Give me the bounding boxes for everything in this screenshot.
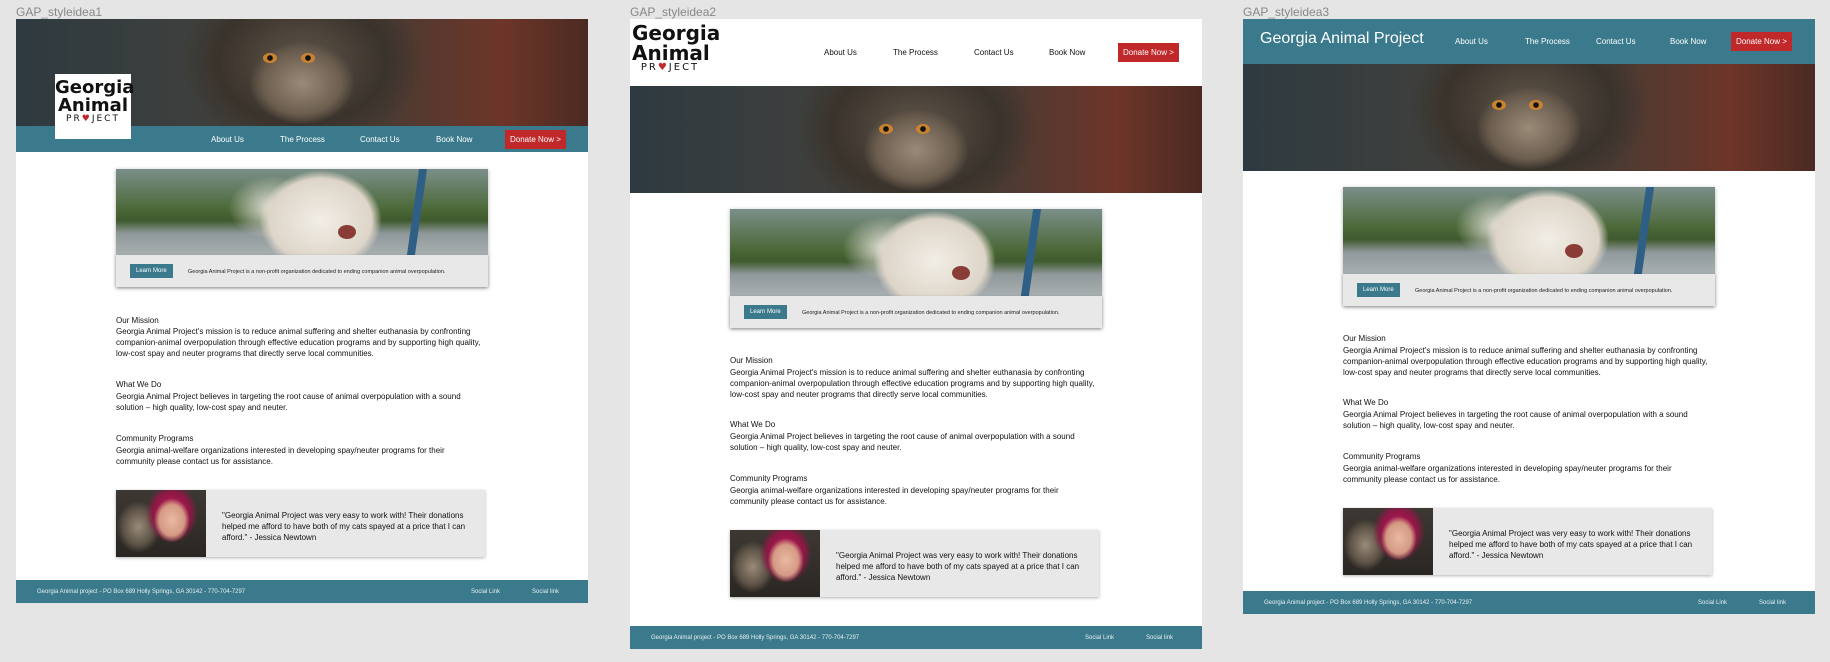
- nav-the-process[interactable]: The Process: [1525, 37, 1570, 46]
- learn-more-button[interactable]: Learn More: [744, 305, 787, 319]
- footer: Georgia Animal project - PO Box 689 Holl…: [630, 626, 1202, 649]
- logo-line2: Animal: [632, 41, 710, 65]
- logo-ject: JECT: [668, 62, 700, 73]
- dog-hero-image: [1343, 187, 1715, 274]
- dog-hero-image: [730, 209, 1102, 296]
- social-link-2[interactable]: Social link: [532, 589, 559, 595]
- mission-body: Georgia Animal Project's mission is to r…: [730, 368, 1095, 399]
- nav-contact-us[interactable]: Contact Us: [360, 135, 400, 144]
- logo-pr: PR: [640, 62, 658, 73]
- nav-book-now[interactable]: Book Now: [436, 135, 472, 144]
- footer-address: Georgia Animal project - PO Box 689 Holl…: [37, 588, 246, 595]
- testimonial-photo: [116, 490, 206, 557]
- whatwedo-body: Georgia Animal Project believes in targe…: [730, 432, 1075, 452]
- logo[interactable]: Georgia Animal PR♥JECT: [632, 21, 721, 73]
- hero-bar: Learn More Georgia Animal Project is a n…: [1343, 274, 1715, 306]
- hero-card: Learn More Georgia Animal Project is a n…: [116, 169, 488, 287]
- mission-title: Our Mission: [730, 356, 773, 365]
- hero-bar: Learn More Georgia Animal Project is a n…: [116, 255, 488, 287]
- social-link-1[interactable]: Social Link: [1085, 635, 1114, 641]
- community-title: Community Programs: [730, 474, 808, 483]
- cat-banner-image: [630, 86, 1202, 193]
- footer-address: Georgia Animal project - PO Box 689 Holl…: [1264, 599, 1473, 606]
- donate-now-button[interactable]: Donate Now >: [505, 130, 566, 149]
- hero-bar: Learn More Georgia Animal Project is a n…: [730, 296, 1102, 328]
- logo[interactable]: Georgia Animal PR♥JECT: [55, 74, 134, 139]
- cat-banner-image: [1243, 64, 1815, 171]
- heart-icon: ♥: [657, 62, 669, 73]
- community-title: Community Programs: [1343, 452, 1421, 461]
- hero-text: Georgia Animal Project is a non-profit o…: [188, 269, 446, 275]
- social-link-2[interactable]: Social link: [1146, 635, 1173, 641]
- learn-more-button[interactable]: Learn More: [1357, 283, 1400, 297]
- mission-title: Our Mission: [1343, 334, 1386, 343]
- community-body: Georgia animal-welfare organizations int…: [116, 446, 445, 466]
- whatwedo-title: What We Do: [116, 380, 162, 389]
- nav-contact-us[interactable]: Contact Us: [1596, 37, 1636, 46]
- hero-text: Georgia Animal Project is a non-profit o…: [1415, 288, 1673, 294]
- frame-label-2: GAP_styleidea2: [630, 5, 717, 19]
- frame-label-1: GAP_styleidea1: [16, 5, 103, 19]
- testimonial-card: "Georgia Animal Project was very easy to…: [1343, 508, 1712, 575]
- whatwedo-title: What We Do: [730, 420, 776, 429]
- frame-label-3: GAP_styleidea3: [1243, 5, 1330, 19]
- footer: Georgia Animal project - PO Box 689 Holl…: [1243, 591, 1815, 614]
- testimonial-card: "Georgia Animal Project was very easy to…: [730, 530, 1099, 597]
- logo-line2: Animal: [58, 95, 128, 116]
- whatwedo-title: What We Do: [1343, 398, 1389, 407]
- testimonial-card: "Georgia Animal Project was very easy to…: [116, 490, 485, 557]
- hero-text: Georgia Animal Project is a non-profit o…: [802, 310, 1060, 316]
- frame-styleidea3: Georgia Animal Project About Us The Proc…: [1243, 19, 1815, 614]
- hero-card: Learn More Georgia Animal Project is a n…: [730, 209, 1102, 328]
- heart-icon: ♥: [81, 114, 92, 124]
- header-bar: Georgia Animal Project About Us The Proc…: [1243, 19, 1815, 64]
- mission-body: Georgia Animal Project's mission is to r…: [116, 327, 481, 358]
- mission-body: Georgia Animal Project's mission is to r…: [1343, 346, 1708, 377]
- nav-book-now[interactable]: Book Now: [1049, 48, 1085, 57]
- nav-about-us[interactable]: About Us: [211, 135, 244, 144]
- nav-book-now[interactable]: Book Now: [1670, 37, 1706, 46]
- footer: Georgia Animal project - PO Box 689 Holl…: [16, 580, 588, 603]
- donate-now-button[interactable]: Donate Now >: [1118, 43, 1179, 62]
- social-link-1[interactable]: Social Link: [1698, 600, 1727, 606]
- whatwedo-body: Georgia Animal Project believes in targe…: [116, 392, 461, 412]
- nav-about-us[interactable]: About Us: [1455, 37, 1488, 46]
- nav-contact-us[interactable]: Contact Us: [974, 48, 1014, 57]
- header: Georgia Animal PR♥JECT About Us The Proc…: [630, 19, 1202, 86]
- whatwedo-body: Georgia Animal Project believes in targe…: [1343, 410, 1688, 430]
- brand-title[interactable]: Georgia Animal Project: [1260, 30, 1424, 48]
- testimonial-quote: "Georgia Animal Project was very easy to…: [836, 551, 1080, 582]
- logo-pr: PR: [66, 114, 82, 124]
- nav-the-process[interactable]: The Process: [893, 48, 938, 57]
- testimonial-quote: "Georgia Animal Project was very easy to…: [1449, 529, 1693, 560]
- testimonial-quote: "Georgia Animal Project was very easy to…: [222, 511, 466, 542]
- hero-card: Learn More Georgia Animal Project is a n…: [1343, 187, 1715, 306]
- mission-title: Our Mission: [116, 316, 159, 325]
- logo-line1: Georgia: [632, 21, 721, 45]
- footer-address: Georgia Animal project - PO Box 689 Holl…: [651, 634, 860, 641]
- learn-more-button[interactable]: Learn More: [130, 264, 173, 278]
- nav-the-process[interactable]: The Process: [280, 135, 325, 144]
- logo-ject: JECT: [91, 114, 120, 124]
- frame-styleidea1: About Us The Process Contact Us Book Now…: [16, 19, 588, 603]
- dog-hero-image: [116, 169, 488, 255]
- nav-about-us[interactable]: About Us: [824, 48, 857, 57]
- social-link-2[interactable]: Social link: [1759, 600, 1786, 606]
- community-body: Georgia animal-welfare organizations int…: [1343, 464, 1672, 484]
- donate-now-button[interactable]: Donate Now >: [1731, 32, 1792, 51]
- community-body: Georgia animal-welfare organizations int…: [730, 486, 1059, 506]
- testimonial-photo: [1343, 508, 1433, 575]
- frame-styleidea2: Georgia Animal PR♥JECT About Us The Proc…: [630, 19, 1202, 649]
- social-link-1[interactable]: Social Link: [471, 589, 500, 595]
- testimonial-photo: [730, 530, 820, 597]
- community-title: Community Programs: [116, 434, 194, 443]
